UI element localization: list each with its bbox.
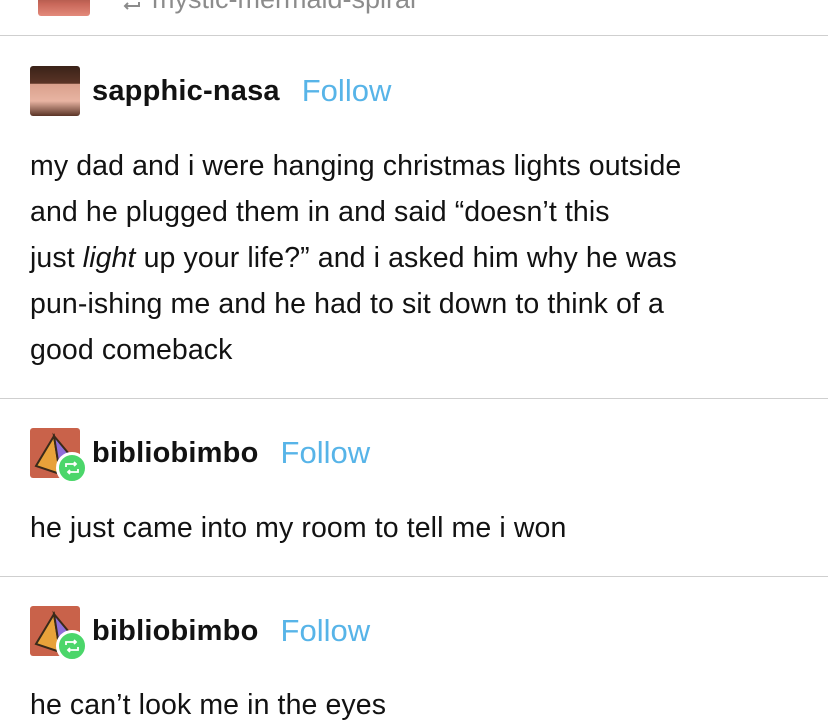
- text-line: pun-ishing me and he had to sit down to …: [30, 288, 664, 320]
- text-line: he can’t look me in the eyes: [30, 689, 387, 721]
- previous-reblog-entry: mystic-mermaid-spiral: [0, 0, 828, 36]
- follow-button[interactable]: Follow: [281, 613, 371, 649]
- text-span: up your life?” and i asked him why he wa…: [135, 242, 677, 274]
- avatar[interactable]: [30, 66, 80, 116]
- username[interactable]: bibliobimbo: [92, 437, 259, 470]
- divider: [0, 35, 828, 36]
- reblog-icon: [122, 0, 140, 10]
- divider: [0, 398, 828, 399]
- text-line: just light up your life?” and i asked hi…: [30, 235, 800, 281]
- post-header: sapphic-nasa Follow: [30, 66, 391, 116]
- text-line: and he plugged them in and said “doesn’t…: [30, 196, 610, 228]
- follow-button[interactable]: Follow: [281, 435, 371, 471]
- post-text: he just came into my room to tell me i w…: [30, 505, 800, 551]
- divider: [0, 576, 828, 577]
- text-line: good comeback: [30, 334, 233, 366]
- avatar[interactable]: [30, 428, 88, 484]
- text-span: just: [30, 242, 83, 274]
- avatar[interactable]: [30, 606, 88, 662]
- reblogger-username[interactable]: mystic-mermaid-spiral: [152, 0, 416, 15]
- post-text: my dad and i were hanging christmas ligh…: [30, 143, 800, 373]
- emphasized-text: light: [82, 242, 136, 274]
- username[interactable]: sapphic-nasa: [92, 75, 280, 108]
- text-line: he just came into my room to tell me i w…: [30, 512, 567, 544]
- username[interactable]: bibliobimbo: [92, 615, 259, 648]
- reblog-icon: [56, 630, 88, 662]
- follow-button[interactable]: Follow: [302, 73, 392, 109]
- post-text: he can’t look me in the eyes: [30, 682, 800, 728]
- post-header: bibliobimbo Follow: [30, 428, 371, 484]
- avatar[interactable]: [38, 0, 90, 16]
- text-line: my dad and i were hanging christmas ligh…: [30, 150, 682, 182]
- reblog-icon: [56, 452, 88, 484]
- post-header: bibliobimbo Follow: [30, 606, 371, 662]
